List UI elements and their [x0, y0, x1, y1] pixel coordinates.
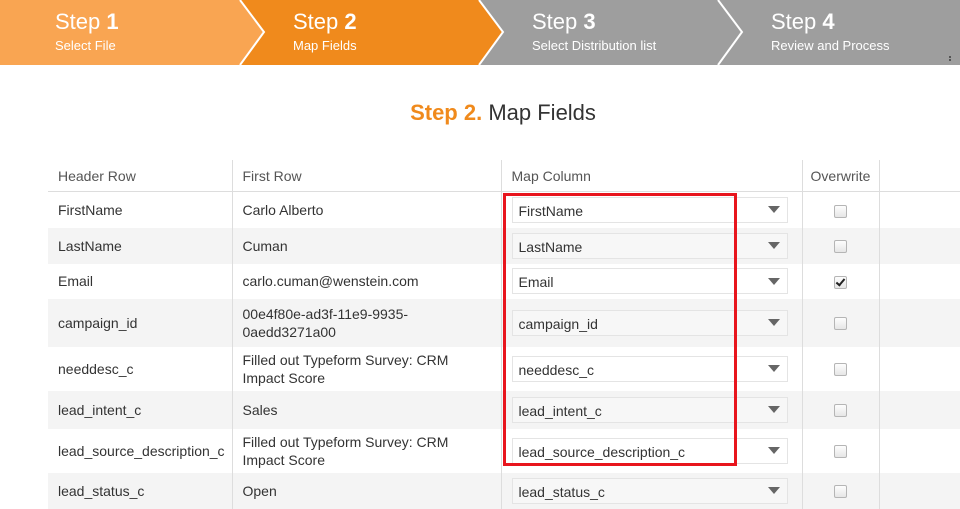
step-3-title: Step 3 — [532, 9, 596, 34]
table-row: lead_intent_c Sales lead_intent_c — [48, 390, 960, 429]
chevron-down-icon[interactable] — [761, 269, 787, 293]
wizard-steps: Step 1 Select File Step 2 Map Fields Ste… — [0, 0, 960, 65]
map-column-cell: LastName — [500, 227, 802, 264]
table-row: lead_status_c Open lead_status_c — [48, 472, 960, 509]
table-row: needdesc_c Filled out Typeform Survey: C… — [48, 346, 960, 391]
step-2-title: Step 2 — [293, 9, 357, 34]
chevron-down-icon[interactable] — [761, 479, 787, 503]
chevron-down-icon[interactable] — [761, 198, 787, 222]
overwrite-cell — [801, 298, 879, 347]
first-row-cell: carlo.cuman@wenstein.com — [231, 263, 501, 299]
step-3-label: Select Distribution list — [532, 38, 657, 53]
table-header-row: Header Row First Row Map Column Overwrit… — [48, 160, 960, 192]
first-row-cell: Cuman — [231, 227, 501, 264]
first-row-cell: Open — [231, 472, 501, 509]
map-column-select[interactable]: campaign_id — [511, 309, 788, 336]
map-column-cell: lead_intent_c — [500, 390, 802, 429]
chevron-down-icon[interactable] — [761, 357, 787, 381]
header-cell: FirstName — [48, 191, 232, 228]
chevron-down-icon[interactable] — [761, 234, 787, 258]
chevron-down-icon[interactable] — [761, 311, 787, 335]
column-header-overwrite: Overwrite — [801, 160, 879, 192]
map-column-select[interactable]: lead_source_description_c — [511, 437, 788, 464]
column-header-header-row: Header Row — [48, 160, 232, 192]
map-column-cell: lead_status_c — [500, 472, 802, 509]
map-column-cell: Email — [500, 263, 802, 299]
overwrite-checkbox[interactable] — [834, 404, 847, 418]
step-3[interactable]: Step 3 Select Distribution list — [532, 9, 656, 54]
step-2-label: Map Fields — [293, 38, 357, 53]
overwrite-checkbox[interactable] — [834, 485, 847, 499]
map-column-select-value: Email — [518, 274, 554, 290]
more-options-icon[interactable] — [946, 55, 954, 63]
map-column-select[interactable]: lead_intent_c — [511, 396, 788, 423]
chevron-down-icon[interactable] — [761, 398, 787, 422]
overwrite-cell — [801, 227, 879, 264]
first-row-cell: Filled out Typeform Survey: CRM Impact S… — [231, 346, 501, 391]
first-row-cell: Carlo Alberto — [231, 191, 501, 228]
first-row-cell: Sales — [231, 390, 501, 429]
step-2[interactable]: Step 2 Map Fields — [293, 9, 357, 54]
overwrite-cell — [801, 263, 879, 299]
map-column-select-value: LastName — [518, 238, 583, 255]
step-2-shape — [240, 0, 503, 65]
header-cell: lead_status_c — [48, 472, 232, 509]
chevron-down-icon[interactable] — [761, 439, 787, 463]
map-column-cell: lead_source_description_c — [500, 428, 802, 473]
overwrite-checkbox[interactable] — [834, 445, 847, 459]
overwrite-cell — [801, 390, 879, 429]
overwrite-checkbox[interactable] — [834, 275, 847, 289]
table-row: campaign_id 00e4f80e-ad3f-11e9-9935-0aed… — [48, 298, 960, 347]
page-title: Step 2. Map Fields — [0, 100, 960, 126]
table-row: LastName Cuman LastName — [48, 227, 960, 264]
step-4-title: Step 4 — [771, 9, 835, 34]
step-4[interactable]: Step 4 Review and Process — [771, 9, 890, 54]
overwrite-checkbox[interactable] — [834, 204, 847, 218]
map-column-select-value: lead_intent_c — [518, 402, 602, 419]
step-4-label: Review and Process — [771, 38, 890, 53]
table-row: FirstName Carlo Alberto FirstName — [48, 191, 960, 228]
table-row: Email carlo.cuman@wenstein.com Email — [48, 263, 960, 299]
map-column-select[interactable]: FirstName — [511, 196, 788, 223]
header-cell: campaign_id — [48, 298, 232, 347]
overwrite-cell — [801, 346, 879, 391]
first-row-cell: Filled out Typeform Survey: CRM Impact S… — [231, 428, 501, 473]
map-column-select-value: lead_status_c — [518, 483, 605, 500]
header-cell: lead_intent_c — [48, 390, 232, 429]
table-row: lead_source_description_c Filled out Typ… — [48, 428, 960, 473]
first-row-cell: 00e4f80e-ad3f-11e9-9935-0aedd3271a00 — [231, 298, 501, 347]
map-column-select-value: campaign_id — [518, 315, 598, 332]
overwrite-cell — [801, 191, 879, 228]
header-cell: lead_source_description_c — [48, 428, 232, 473]
header-cell: LastName — [48, 227, 232, 264]
map-column-select-value: lead_source_description_c — [518, 443, 686, 460]
column-header-first-row: First Row — [231, 160, 501, 192]
step-1-shape — [0, 0, 264, 65]
map-column-select[interactable]: Email — [511, 268, 788, 294]
map-column-select[interactable]: LastName — [511, 232, 788, 259]
map-column-select[interactable]: needdesc_c — [511, 355, 788, 382]
step-1[interactable]: Step 1 Select File — [55, 9, 119, 54]
overwrite-cell — [801, 472, 879, 509]
overwrite-checkbox[interactable] — [834, 317, 847, 331]
overwrite-checkbox[interactable] — [834, 240, 847, 254]
header-cell: Email — [48, 263, 232, 299]
overwrite-checkbox[interactable] — [834, 363, 847, 377]
column-header-spacer — [878, 160, 960, 192]
map-column-cell: needdesc_c — [500, 346, 802, 391]
map-column-select-value: FirstName — [518, 202, 584, 219]
field-mapping-table: Header Row First Row Map Column Overwrit… — [48, 160, 960, 509]
step-1-label: Select File — [55, 38, 116, 53]
map-column-select-value: needdesc_c — [518, 361, 595, 378]
map-column-select[interactable]: lead_status_c — [511, 477, 788, 504]
page-title-accent: Step 2. — [410, 100, 483, 125]
step-1-title: Step 1 — [55, 9, 119, 34]
column-header-map-column: Map Column — [500, 160, 802, 192]
header-cell: needdesc_c — [48, 346, 232, 391]
map-column-cell: FirstName — [500, 191, 802, 228]
map-column-cell: campaign_id — [500, 298, 802, 347]
overwrite-cell — [801, 428, 879, 473]
page-title-text: Map Fields — [488, 100, 596, 125]
